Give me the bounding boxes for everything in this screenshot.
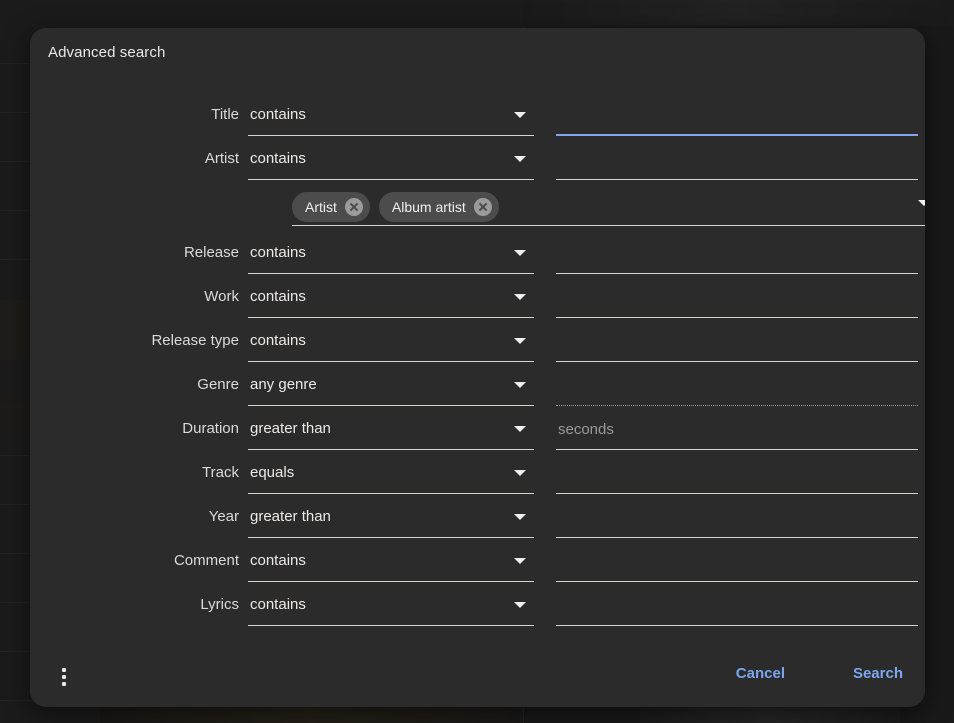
- artist-scope-multiselect[interactable]: Artist Album artist: [292, 188, 925, 226]
- search-field-row-lyrics: Lyrics contains: [30, 590, 925, 634]
- search-field-row-genre: Genre any genre: [30, 370, 925, 414]
- operator-select-lyrics-value: contains: [250, 590, 306, 620]
- value-input-duration-placeholder: seconds: [558, 414, 614, 446]
- operator-select-comment-value: contains: [250, 546, 306, 576]
- chevron-down-icon: [514, 602, 526, 608]
- chevron-down-icon: [514, 250, 526, 256]
- search-field-row-release: Release contains: [30, 238, 925, 282]
- operator-select-artist[interactable]: contains: [248, 144, 534, 180]
- operator-select-year[interactable]: greater than: [248, 502, 534, 538]
- operator-select-track-value: equals: [250, 458, 294, 488]
- chip-album-artist[interactable]: Album artist: [379, 192, 499, 222]
- operator-select-lyrics[interactable]: contains: [248, 590, 534, 626]
- chip-artist-remove-icon[interactable]: [345, 198, 363, 216]
- value-input-comment[interactable]: [556, 546, 918, 582]
- dialog-title: Advanced search: [48, 44, 165, 61]
- field-label-year: Year: [30, 502, 248, 532]
- search-field-row-artist: Artist contains: [30, 144, 925, 188]
- search-field-row-track: Track equals: [30, 458, 925, 502]
- operator-select-title[interactable]: contains: [248, 100, 534, 136]
- chevron-down-icon: [514, 470, 526, 476]
- operator-select-duration-value: greater than: [250, 414, 331, 444]
- chevron-down-icon[interactable]: [918, 200, 925, 206]
- operator-select-genre[interactable]: any genre: [248, 370, 534, 406]
- search-field-row-work: Work contains: [30, 282, 925, 326]
- chevron-down-icon: [514, 558, 526, 564]
- field-label-release: Release: [30, 238, 248, 268]
- operator-select-work-value: contains: [250, 282, 306, 312]
- value-input-work[interactable]: [556, 282, 918, 318]
- more-dot: [62, 668, 66, 672]
- operator-select-artist-value: contains: [250, 144, 306, 174]
- cancel-button[interactable]: Cancel: [730, 659, 791, 689]
- operator-select-release-type[interactable]: contains: [248, 326, 534, 362]
- field-label-track: Track: [30, 458, 248, 488]
- search-field-row-release-type: Release type contains: [30, 326, 925, 370]
- operator-select-release-type-value: contains: [250, 326, 306, 356]
- field-label-release-type: Release type: [30, 326, 248, 356]
- chevron-down-icon: [514, 426, 526, 432]
- more-vertical-icon[interactable]: [50, 662, 78, 690]
- value-input-release-type[interactable]: [556, 326, 918, 362]
- operator-select-release[interactable]: contains: [248, 238, 534, 274]
- chip-album-artist-remove-icon[interactable]: [474, 198, 492, 216]
- operator-select-comment[interactable]: contains: [248, 546, 534, 582]
- value-input-artist[interactable]: [556, 144, 918, 180]
- operator-select-track[interactable]: equals: [248, 458, 534, 494]
- value-input-year[interactable]: [556, 502, 918, 538]
- operator-select-year-value: greater than: [250, 502, 331, 532]
- dialog-footer: Cancel Search: [30, 645, 925, 707]
- search-field-row-comment: Comment contains: [30, 546, 925, 590]
- value-input-duration[interactable]: seconds: [556, 414, 918, 450]
- chip-artist-label: Artist: [305, 199, 337, 215]
- background-artwork-top: [523, 0, 954, 26]
- operator-select-duration[interactable]: greater than: [248, 414, 534, 450]
- advanced-search-form: Title contains Artist contains: [30, 100, 925, 634]
- chevron-down-icon: [514, 112, 526, 118]
- search-field-row-duration: Duration greater than seconds: [30, 414, 925, 458]
- value-input-genre: [556, 370, 918, 406]
- value-input-release[interactable]: [556, 238, 918, 274]
- chevron-down-icon: [514, 156, 526, 162]
- chevron-down-icon: [514, 382, 526, 388]
- value-input-lyrics[interactable]: [556, 590, 918, 626]
- field-label-duration: Duration: [30, 414, 248, 444]
- search-field-row-title: Title contains: [30, 100, 925, 144]
- field-label-artist: Artist: [30, 144, 248, 174]
- operator-select-genre-value: any genre: [250, 370, 317, 400]
- operator-select-release-value: contains: [250, 238, 306, 268]
- value-input-track[interactable]: [556, 458, 918, 494]
- more-dot: [62, 682, 66, 686]
- more-dot: [62, 675, 66, 679]
- operator-select-work[interactable]: contains: [248, 282, 534, 318]
- artist-scope-row: Artist Album artist: [30, 188, 925, 238]
- field-label-title: Title: [30, 100, 248, 130]
- field-label-work: Work: [30, 282, 248, 312]
- advanced-search-dialog: Advanced search Title contains Artist co…: [30, 28, 925, 707]
- field-label-comment: Comment: [30, 546, 248, 576]
- value-input-title[interactable]: [556, 100, 918, 136]
- chip-album-artist-label: Album artist: [392, 199, 466, 215]
- field-label-lyrics: Lyrics: [30, 590, 248, 620]
- chevron-down-icon: [514, 294, 526, 300]
- operator-select-title-value: contains: [250, 100, 306, 130]
- chip-artist[interactable]: Artist: [292, 192, 370, 222]
- chevron-down-icon: [514, 338, 526, 344]
- search-button[interactable]: Search: [847, 659, 909, 689]
- search-field-row-year: Year greater than: [30, 502, 925, 546]
- chevron-down-icon: [514, 514, 526, 520]
- field-label-genre: Genre: [30, 370, 248, 400]
